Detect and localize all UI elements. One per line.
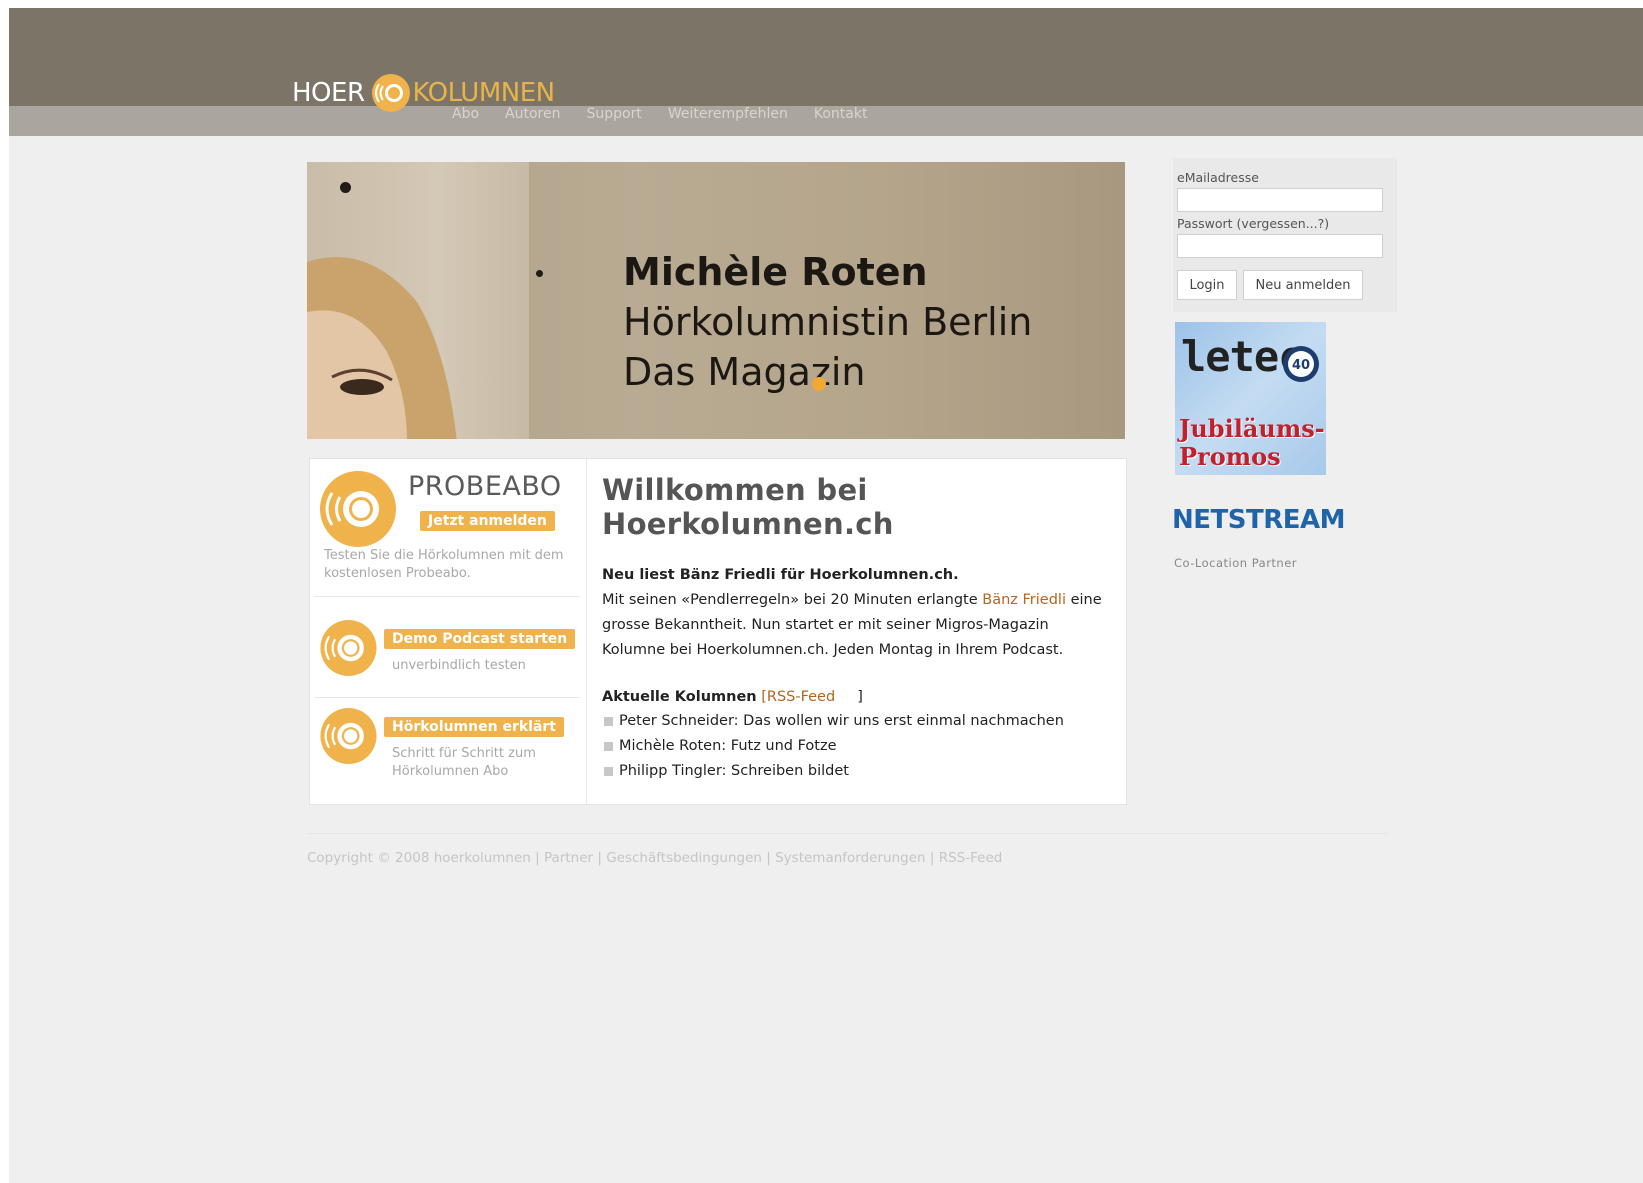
main-nav: Abo Autoren Support Weiterempfehlen Kont… [452, 106, 867, 122]
probeabo-title: PROBEABO [408, 471, 562, 502]
anniversary-badge-icon: 40 [1283, 346, 1319, 382]
demo-podcast-text: unverbindlich testen [392, 658, 526, 673]
explained-promo[interactable]: Hörkolumnen erklärt Schritt für Schritt … [314, 699, 582, 803]
ad-promo-text: Jubiläums- Promos [1179, 415, 1325, 471]
hero-wall-dot [536, 270, 543, 277]
content-box: PROBEABO Jetzt anmelden Testen Sie die H… [309, 458, 1127, 805]
bullet-icon [604, 717, 613, 726]
password-field[interactable] [1177, 234, 1383, 258]
email-label: eMailadresse [1177, 170, 1259, 185]
news-headline: Neu liest Bänz Friedli für Hoerkolumnen.… [602, 567, 959, 583]
footer-divider [307, 833, 1387, 834]
footer-link-requirements[interactable]: Systemanforderungen [775, 850, 925, 866]
current-columns-list: Peter Schneider: Das wollen wir uns erst… [602, 709, 1112, 784]
logo-text-kolumnen: KOLUMNEN [412, 78, 556, 108]
rss-feed-link[interactable]: [RSS-Feed [757, 689, 835, 705]
nav-item-weiterempfehlen[interactable]: Weiterempfehlen [668, 106, 788, 122]
promo-divider [314, 697, 580, 698]
list-item[interactable]: Philipp Tingler: Schreiben bildet [602, 759, 1112, 784]
rss-close-bracket: ] [857, 689, 863, 705]
logo-ring-icon [371, 74, 410, 112]
promo-divider [314, 596, 580, 597]
probeabo-ring-icon [320, 471, 396, 547]
bullet-icon [604, 742, 613, 751]
netstream-caption: Co-Location Partner [1174, 556, 1298, 570]
footer-separator: | [593, 850, 607, 866]
ad-promo-line2: Promos [1179, 442, 1281, 471]
current-columns-heading: Aktuelle Kolumnen [RSS-Feed] [602, 685, 1112, 709]
hero-portrait-image [307, 257, 457, 439]
nav-item-autoren[interactable]: Autoren [505, 106, 560, 122]
demo-ring-icon [320, 619, 377, 677]
footer-link-rss[interactable]: RSS-Feed [939, 850, 1003, 866]
column-title: Philipp Tingler: Schreiben bildet [619, 763, 849, 779]
hero-title: Michèle Roten [623, 250, 928, 294]
list-item[interactable]: Peter Schneider: Das wollen wir uns erst… [602, 709, 1112, 734]
netstream-logo[interactable]: NETSTREAM [1172, 505, 1346, 535]
probeabo-text: Testen Sie die Hörkolumnen mit dem koste… [324, 548, 564, 581]
demo-podcast-button[interactable]: Demo Podcast starten [384, 629, 576, 649]
news-author-link[interactable]: Bänz Friedli [982, 592, 1066, 608]
top-bar [9, 8, 1643, 106]
footer-separator: | [761, 850, 776, 866]
current-columns-title: Aktuelle Kolumnen [602, 689, 757, 705]
explained-ring-icon [320, 707, 377, 765]
promo-column: PROBEABO Jetzt anmelden Testen Sie die H… [310, 459, 587, 804]
list-item[interactable]: Michèle Roten: Futz und Fotze [602, 734, 1112, 759]
logo-text-hoer: HOER [292, 78, 365, 108]
login-box: eMailadresse Passwort (vergessen...?) Lo… [1173, 158, 1397, 312]
footer: Copyright © 2008 hoerkolumnen | Partner … [307, 850, 1002, 866]
hero-wall-dot [340, 182, 351, 193]
password-label[interactable]: Passwort (vergessen...?) [1177, 216, 1329, 231]
footer-link-partner[interactable]: Partner [544, 850, 593, 866]
ad-promo-line1: Jubiläums- [1179, 414, 1325, 443]
email-field[interactable] [1177, 188, 1383, 212]
probeabo-signup-button[interactable]: Jetzt anmelden [420, 511, 555, 531]
footer-link-terms[interactable]: Geschäftsbedingungen [606, 850, 762, 866]
bullet-icon [604, 767, 613, 776]
nav-item-kontakt[interactable]: Kontakt [814, 106, 868, 122]
news-paragraph: Neu liest Bänz Friedli für Hoerkolumnen.… [602, 563, 1112, 663]
footer-copyright: Copyright © 2008 hoerkolumnen [307, 850, 531, 866]
demo-podcast-promo[interactable]: Demo Podcast starten unverbindlich teste… [314, 599, 582, 695]
probeabo-promo[interactable]: PROBEABO Jetzt anmelden Testen Sie die H… [314, 459, 582, 599]
column-title: Peter Schneider: Das wollen wir uns erst… [619, 713, 1064, 729]
explained-text: Schritt für Schritt zum Hörkolumnen Abo [392, 746, 536, 779]
explained-button[interactable]: Hörkolumnen erklärt [384, 717, 565, 737]
hero-sun-dot [812, 377, 826, 391]
footer-separator: | [925, 850, 939, 866]
anniversary-badge-text: 40 [1292, 358, 1310, 373]
footer-separator: | [530, 850, 544, 866]
hero-magazine: Das Magazin [623, 350, 866, 394]
hero-subtitle: Hörkolumnistin Berlin [623, 300, 1033, 344]
main-column: Willkommen bei Hoerkolumnen.ch Neu liest… [602, 473, 1112, 784]
nav-item-abo[interactable]: Abo [452, 106, 479, 122]
news-text-1: Mit seinen «Pendlerregeln» bei 20 Minute… [602, 592, 983, 608]
nav-item-support[interactable]: Support [586, 106, 641, 122]
register-button[interactable]: Neu anmelden [1243, 270, 1363, 300]
login-button[interactable]: Login [1177, 270, 1237, 300]
hero-banner[interactable]: Michèle Roten Hörkolumnistin Berlin Das … [307, 162, 1125, 439]
welcome-heading: Willkommen bei Hoerkolumnen.ch [602, 473, 894, 541]
column-title: Michèle Roten: Futz und Fotze [619, 738, 837, 754]
letec-ad-banner[interactable]: letec 40 Jubiläums- Promos [1175, 322, 1326, 475]
